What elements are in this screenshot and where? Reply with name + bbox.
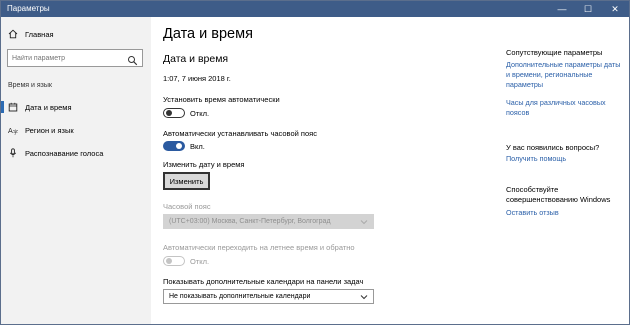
timezone-select[interactable]: (UTC+03:00) Москва, Санкт-Петербург, Вол… [163,214,374,229]
change-button[interactable]: Изменить [163,172,210,190]
auto-timezone-label: Автоматически устанавливать часовой пояс [163,129,317,138]
main-content: Дата и время Дата и время 1:07, 7 июня 2… [163,17,493,324]
microphone-icon [8,148,18,158]
related-settings-title: Сопутствующие параметры [506,48,603,57]
close-button[interactable]: ✕ [602,1,628,17]
auto-time-toggle[interactable] [163,108,185,118]
section-title: Дата и время [163,53,229,65]
region-icon: A字 [8,125,18,135]
current-datetime: 1:07, 7 июня 2018 г. [163,74,231,83]
sidebar-item-label: Главная [25,29,54,39]
settings-window: Параметры — ☐ ✕ Главная Время и язык Дат… [0,0,630,325]
minimize-button[interactable]: — [549,1,575,17]
auto-time-state: Откл. [190,109,210,118]
link-line: Дополнительные параметры даты [506,60,621,69]
auto-timezone-toggle[interactable] [163,141,185,151]
toggle-knob [176,142,182,149]
feedback-link[interactable]: Оставить отзыв [506,208,624,218]
search-icon[interactable] [127,53,138,66]
improve-line: совершенствованию Windows [506,195,611,204]
change-datetime-label: Изменить дату и время [163,160,245,169]
title-bar[interactable]: Параметры — ☐ ✕ [1,1,629,17]
sidebar-item-label: Регион и язык [25,125,74,135]
link-line: поясов [506,108,530,117]
search-input[interactable] [12,52,122,64]
link-line: и времени, региональные [506,70,593,79]
related-settings-panel: Сопутствующие параметры Дополнительные п… [506,17,626,324]
link-line: параметры [506,80,544,89]
get-help-link[interactable]: Получить помощь [506,154,624,164]
maximize-button[interactable]: ☐ [575,1,601,17]
calendar-icon [8,102,18,112]
svg-text:字: 字 [13,129,18,135]
timezone-label: Часовой пояс [163,202,211,211]
window-title: Параметры [7,4,50,13]
sidebar-item-region-language[interactable]: A字 Регион и язык [1,120,151,140]
calendars-label: Показывать дополнительные календари на п… [163,277,364,286]
toggle-knob [166,257,172,264]
auto-time-label: Установить время автоматически [163,95,280,104]
questions-title: У вас появились вопросы? [506,143,600,152]
home-icon [8,29,18,39]
dst-label: Автоматически переходить на летнее время… [163,243,355,252]
search-box[interactable] [7,49,143,67]
sidebar: Главная Время и язык Дата и время A字 Рег… [1,17,151,324]
sidebar-item-home[interactable]: Главная [1,24,151,44]
chevron-down-icon [360,218,368,226]
improve-line: Способствуйте [506,185,559,194]
improve-windows-title: Способствуйте совершенствованию Windows [506,185,610,205]
sidebar-section-label: Время и язык [8,82,52,89]
timezone-value: (UTC+03:00) Москва, Санкт-Петербург, Вол… [169,218,331,225]
sidebar-item-speech[interactable]: Распознавание голоса [1,143,151,163]
sidebar-item-date-time[interactable]: Дата и время [1,97,151,117]
link-line: Часы для различных часовых [506,98,606,107]
auto-timezone-state: Вкл. [190,142,205,151]
sidebar-item-label: Распознавание голоса [25,148,104,158]
world-clocks-link[interactable]: Часы для различных часовых поясов [506,98,624,118]
dst-state: Откл. [190,257,210,266]
page-title: Дата и время [163,26,253,42]
additional-datetime-link[interactable]: Дополнительные параметры даты и времени,… [506,60,624,90]
calendars-select[interactable]: Не показывать дополнительные календари [163,289,374,304]
toggle-knob [166,109,172,116]
sidebar-item-label: Дата и время [25,102,72,112]
dst-toggle[interactable] [163,256,185,266]
chevron-down-icon [360,293,368,301]
calendars-value: Не показывать дополнительные календари [169,293,311,300]
